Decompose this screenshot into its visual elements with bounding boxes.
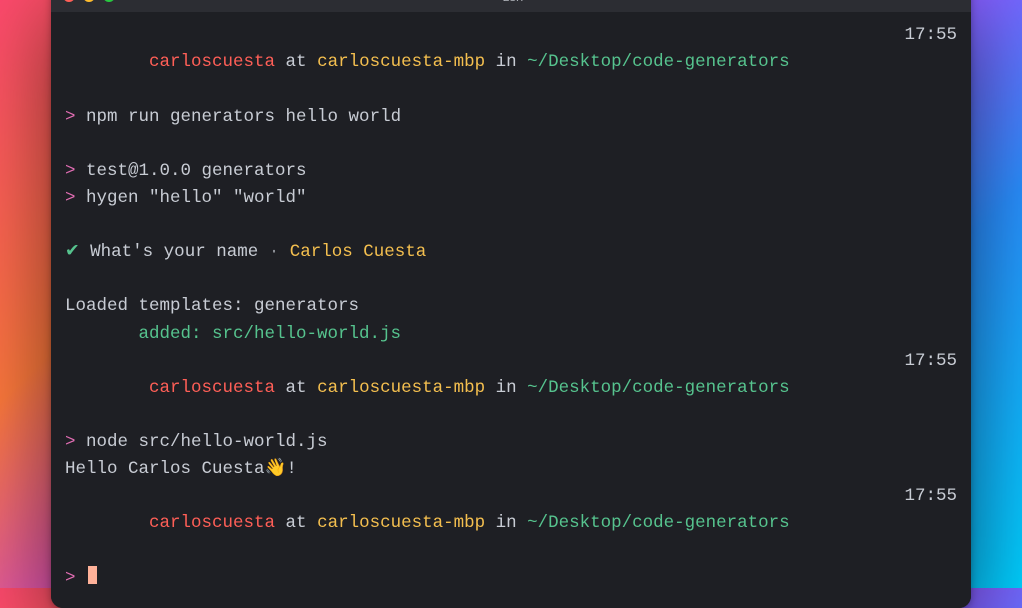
prompt-path: ~/Desktop/code-generators	[527, 513, 790, 533]
command-line: > npm run generators hello world	[65, 104, 957, 131]
output-text: test@1.0.0 generators	[76, 161, 307, 181]
loaded-text: Loaded templates: generators	[65, 296, 359, 316]
blank-line	[65, 266, 957, 293]
prompt-in: in	[485, 378, 527, 398]
hello-text: Hello Carlos Cuesta👋!	[65, 459, 297, 479]
output-text: hygen "hello" "world"	[76, 188, 307, 208]
prompt-in: in	[485, 513, 527, 533]
prompt-time: 17:55	[904, 22, 957, 49]
indent	[65, 324, 139, 344]
prompt-time: 17:55	[904, 483, 957, 510]
added-line: added: src/hello-world.js	[65, 321, 957, 348]
output-line: Loaded templates: generators	[65, 293, 957, 320]
prompt-time: 17:55	[904, 348, 957, 375]
separator: ·	[269, 242, 280, 262]
command-text: npm run generators hello world	[76, 107, 402, 127]
prompt-symbol: >	[65, 188, 76, 208]
command-line: > node src/hello-world.js	[65, 429, 957, 456]
prompt-path: ~/Desktop/code-generators	[527, 378, 790, 398]
prompt-path: ~/Desktop/code-generators	[527, 52, 790, 72]
prompt-host: carloscuesta-mbp	[317, 513, 485, 533]
prompt-line: carloscuesta at carloscuesta-mbp in ~/De…	[65, 22, 957, 103]
titlebar[interactable]: -zsh ⌥⌘2	[51, 0, 971, 12]
close-icon[interactable]	[63, 0, 75, 2]
prompt-symbol: >	[65, 568, 76, 588]
window-title: -zsh	[499, 0, 524, 4]
window-shortcut: ⌥⌘2	[922, 0, 959, 4]
question-text: What's your name	[80, 242, 269, 262]
command-text	[76, 568, 87, 588]
prompt-host: carloscuesta-mbp	[317, 52, 485, 72]
prompt-user: carloscuesta	[149, 378, 275, 398]
question-line: ✔ What's your name · Carlos Cuesta	[65, 239, 957, 266]
terminal-window: -zsh ⌥⌘2 carloscuesta at carloscuesta-mb…	[51, 0, 971, 608]
command-text: node src/hello-world.js	[76, 432, 328, 452]
prompt-line: carloscuesta at carloscuesta-mbp in ~/De…	[65, 348, 957, 429]
prompt-line: carloscuesta at carloscuesta-mbp in ~/De…	[65, 483, 957, 564]
maximize-icon[interactable]	[103, 0, 115, 2]
blank-line	[65, 131, 957, 158]
terminal-body[interactable]: carloscuesta at carloscuesta-mbp in ~/De…	[51, 12, 971, 608]
prompt-symbol: >	[65, 432, 76, 452]
check-icon: ✔	[65, 242, 80, 262]
answer-text: Carlos Cuesta	[279, 242, 426, 262]
output-line: > test@1.0.0 generators	[65, 158, 957, 185]
added-file: src/hello-world.js	[202, 324, 402, 344]
traffic-lights	[63, 0, 115, 2]
blank-line	[65, 212, 957, 239]
prompt-in: in	[485, 52, 527, 72]
prompt-symbol: >	[65, 107, 76, 127]
prompt-host: carloscuesta-mbp	[317, 378, 485, 398]
prompt-at: at	[275, 513, 317, 533]
minimize-icon[interactable]	[83, 0, 95, 2]
prompt-at: at	[275, 378, 317, 398]
prompt-symbol: >	[65, 161, 76, 181]
prompt-user: carloscuesta	[149, 513, 275, 533]
added-label: added:	[139, 324, 202, 344]
prompt-user: carloscuesta	[149, 52, 275, 72]
cursor-icon	[88, 566, 97, 584]
output-line: > hygen "hello" "world"	[65, 185, 957, 212]
output-line: Hello Carlos Cuesta👋!	[65, 456, 957, 483]
prompt-at: at	[275, 52, 317, 72]
